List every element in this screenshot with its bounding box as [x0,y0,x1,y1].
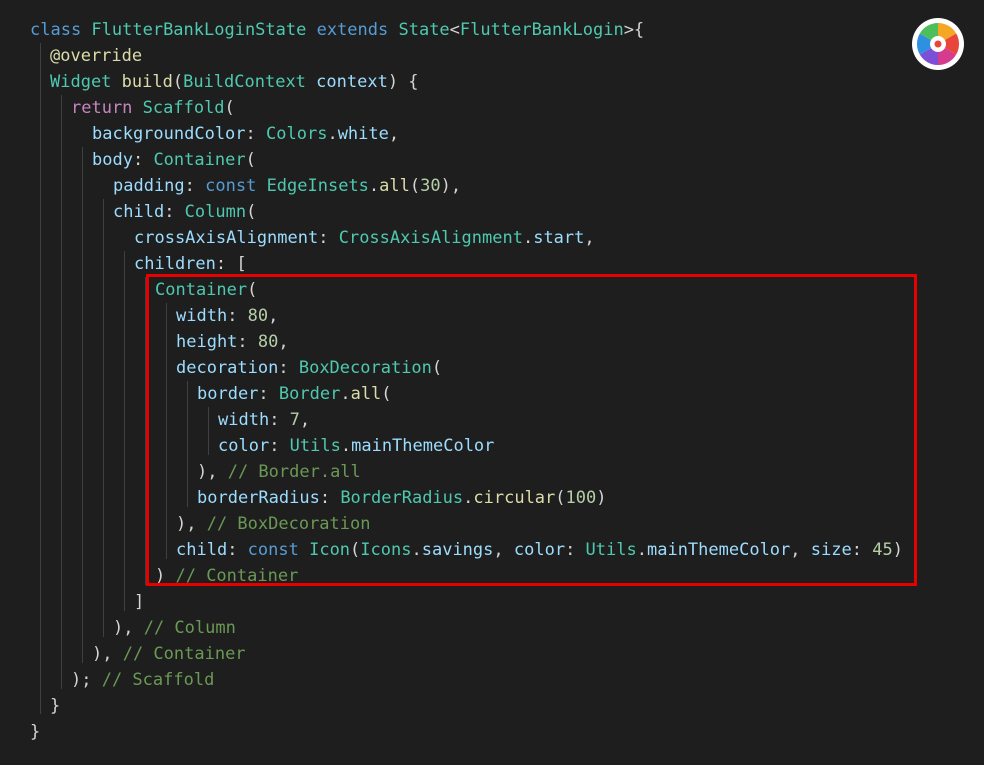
code-token: class [30,20,92,40]
code-token: } [30,722,41,742]
code-line: backgroundColor: Colors.white, [92,121,399,147]
code-token: : [132,150,154,170]
code-line: crossAxisAlignment: CrossAxisAlignment.s… [134,225,595,251]
code-token: ) { [387,72,419,92]
code-token: : [ [215,254,247,274]
code-token: ( [409,176,421,196]
code-token: ] [134,592,145,612]
code-token: } [50,696,61,716]
code-token: @override [50,46,143,66]
code-token: : [318,228,339,248]
code-token: : [184,176,206,196]
code-line: class FlutterBankLoginState extends Stat… [30,17,644,43]
indent-guide [124,251,125,611]
code-line: Widget build(BuildContext context) { [50,69,419,95]
code-line: ), // Column [113,615,236,641]
code-token: body [92,150,133,170]
code-token: // Column [143,618,236,638]
code-token: Scaffold [142,98,225,118]
code-token: white [337,124,389,144]
color-wheel-logo-icon [912,18,964,70]
code-token: FlutterBankLoginState [91,20,317,40]
code-line: body: Container( [92,147,256,173]
code-token: : [164,202,185,222]
code-token: ), [440,176,462,196]
code-token: Column [184,202,247,222]
code-token: all [379,176,410,196]
code-token: return [71,98,143,118]
code-token: ( [245,150,256,170]
code-token: , [584,228,595,248]
code-token: ( [224,98,235,118]
code-line: return Scaffold( [71,95,235,121]
code-token: Container [153,150,246,170]
code-token: context [316,72,388,92]
code-token: // Scaffold [101,670,215,690]
indent-guide [103,199,104,637]
code-token: 30 [420,176,441,196]
code-line: child: Column( [113,199,256,225]
code-token: . [368,176,380,196]
code-token: padding [113,176,185,196]
code-line: @override [50,43,142,69]
code-editor[interactable]: class FlutterBankLoginState extends Stat… [0,0,984,765]
indent-guide [40,43,41,714]
code-token: crossAxisAlignment [134,228,319,248]
indent-guide [82,147,83,663]
code-token: . [327,124,338,144]
indent-guide [61,95,62,689]
code-line: padding: const EdgeInsets.all(30), [113,173,461,199]
code-token: Colors [266,124,328,144]
code-line: } [50,693,60,719]
code-token: const [205,176,267,196]
code-token: , [388,124,400,144]
code-token: ); [71,670,102,690]
code-token: ), [113,618,144,638]
code-token: // Container [122,644,246,664]
code-token: < [449,20,460,40]
code-token: child [113,202,165,222]
code-token: ( [246,202,257,222]
code-token: ), [92,644,123,664]
code-line: ] [134,589,144,615]
code-token: extends [316,20,399,40]
code-token: backgroundColor [92,124,246,144]
code-token: >{ [623,20,645,40]
highlight-box [146,274,917,586]
code-line: ); // Scaffold [71,667,214,693]
code-line: } [30,719,40,745]
code-token: BuildContext [183,72,317,92]
code-token: . [522,228,534,248]
code-token: State [398,20,450,40]
code-token: : [245,124,267,144]
code-token: ( [172,72,184,92]
code-token: EdgeInsets [266,176,369,196]
code-token: children [134,254,216,274]
code-token: build [121,72,173,92]
code-token: start [533,228,585,248]
code-token: Widget [50,72,122,92]
code-line: ), // Container [92,641,246,667]
code-token: CrossAxisAlignment [338,228,523,248]
code-token: FlutterBankLogin [459,20,624,40]
